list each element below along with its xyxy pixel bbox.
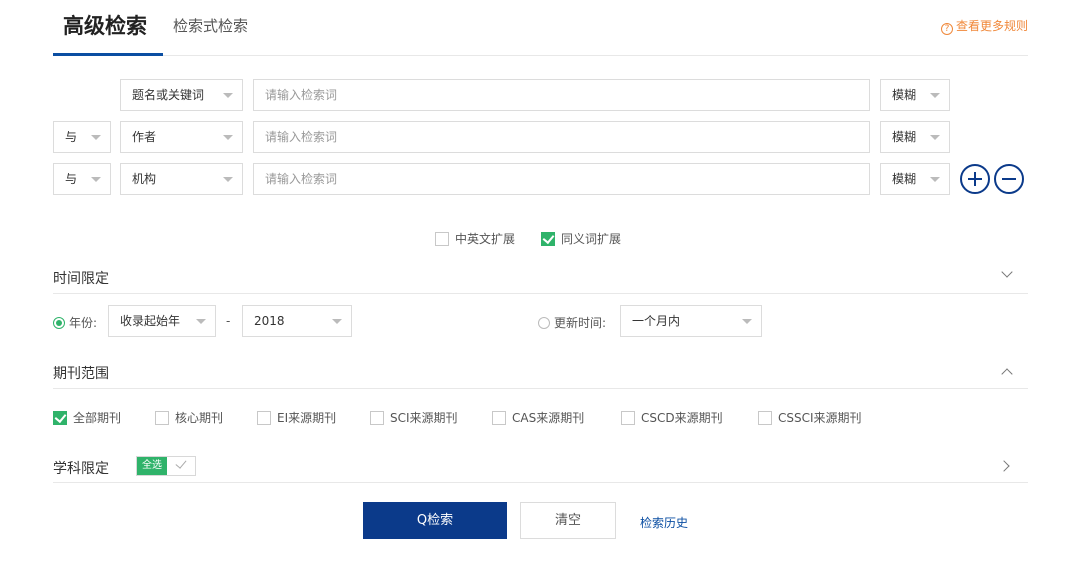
dropdown-caret-icon [930,177,940,182]
logic-select-2[interactable]: 与 [53,121,111,153]
year-to-value: 2018 [254,314,285,328]
checkbox-unchecked-icon [492,411,506,425]
journal-option-label: SCI来源期刊 [390,411,458,425]
search-history-link[interactable]: 检索历史 [640,514,688,531]
radio-selected-icon [53,317,65,329]
year-to-select[interactable]: 2018 [242,305,352,337]
radio-unselected-icon [538,317,550,329]
search-input-3[interactable] [253,163,870,195]
checkbox-checked-icon [53,411,67,425]
match-select-2-value: 模糊 [892,130,917,144]
search-input-1[interactable] [253,79,870,111]
select-all-toggle[interactable]: 全选 [136,456,196,476]
synonym-expansion-checkbox[interactable]: 同义词扩展 [541,230,621,247]
journal-cscd-checkbox[interactable]: CSCD来源期刊 [621,409,723,426]
match-select-3[interactable]: 模糊 [880,163,950,195]
year-label: 年份: [69,316,98,330]
add-row-button[interactable] [960,164,990,194]
chevron-right-icon[interactable] [998,460,1010,472]
journal-option-label: 全部期刊 [73,411,122,425]
checkbox-unchecked-icon [758,411,772,425]
field-select-1[interactable]: 题名或关键词 [120,79,243,111]
checkbox-unchecked-icon [435,232,449,246]
checkbox-unchecked-icon [621,411,635,425]
match-select-1-value: 模糊 [892,88,917,102]
search-tabs: 高级检索 检索式检索 ? 查看更多规则 [53,0,1028,56]
update-time-select[interactable]: 一个月内 [620,305,762,337]
journal-section-title: 期刊范围 [53,366,109,382]
dropdown-caret-icon [332,319,342,324]
journal-option-label: CSCD来源期刊 [641,411,723,425]
dropdown-caret-icon [930,93,940,98]
journal-cssci-checkbox[interactable]: CSSCI来源期刊 [758,409,862,426]
update-time-radio[interactable]: 更新时间: [538,314,606,331]
journal-ei-checkbox[interactable]: EI来源期刊 [257,409,336,426]
minus-icon [1002,178,1016,180]
dropdown-caret-icon [223,177,233,182]
chevron-down-icon[interactable] [1001,266,1013,278]
match-select-3-value: 模糊 [892,172,917,186]
checkbox-unchecked-icon [257,411,271,425]
checkbox-unchecked-icon [370,411,384,425]
synonym-expansion-label: 同义词扩展 [561,232,622,246]
tab-expression-search[interactable]: 检索式检索 [173,15,248,36]
journal-option-label: CSSCI来源期刊 [778,411,862,425]
logic-select-3-value: 与 [65,172,78,186]
clear-button[interactable]: 清空 [520,502,616,539]
plus-icon-v [974,172,976,186]
year-radio[interactable]: 年份: [53,314,97,331]
question-icon: ? [940,23,953,35]
year-range-dash: - [226,314,231,328]
select-all-button[interactable]: 全选 [137,457,167,475]
year-from-select[interactable]: 收录起始年 [108,305,216,337]
more-rules-label: 查看更多规则 [955,19,1028,33]
cn-en-expansion-label: 中英文扩展 [455,232,516,246]
divider [53,482,1028,483]
subject-section-title: 学科限定 [53,461,109,477]
divider [53,293,1028,294]
journal-cas-checkbox[interactable]: CAS来源期刊 [492,409,584,426]
field-select-3[interactable]: 机构 [120,163,243,195]
match-select-2[interactable]: 模糊 [880,121,950,153]
search-button[interactable]: Q检索 [363,502,507,539]
update-time-label: 更新时间: [554,316,607,330]
chevron-up-icon[interactable] [1001,368,1013,380]
dropdown-caret-icon [91,177,101,182]
logic-select-2-value: 与 [65,130,78,144]
journal-option-label: CAS来源期刊 [512,411,585,425]
remove-row-button[interactable] [994,164,1024,194]
checkbox-unchecked-icon [155,411,169,425]
field-select-2-value: 作者 [132,130,157,144]
active-tab-underline [53,53,163,56]
journal-sci-checkbox[interactable]: SCI来源期刊 [370,409,458,426]
logic-select-3[interactable]: 与 [53,163,111,195]
time-section-title: 时间限定 [53,271,109,287]
update-time-value: 一个月内 [632,314,681,328]
dropdown-caret-icon [223,93,233,98]
journal-option-label: 核心期刊 [175,411,224,425]
dropdown-caret-icon [930,135,940,140]
divider [53,388,1028,389]
dropdown-caret-icon [223,135,233,140]
dropdown-caret-icon [742,319,752,324]
journal-core-checkbox[interactable]: 核心期刊 [155,409,223,426]
match-select-1[interactable]: 模糊 [880,79,950,111]
check-icon [175,457,187,469]
tab-advanced-search[interactable]: 高级检索 [63,10,147,40]
field-select-2[interactable]: 作者 [120,121,243,153]
cn-en-expansion-checkbox[interactable]: 中英文扩展 [435,230,515,247]
field-select-3-value: 机构 [132,172,157,186]
journal-all-checkbox[interactable]: 全部期刊 [53,409,121,426]
dropdown-caret-icon [196,319,206,324]
year-from-value: 收录起始年 [120,314,181,328]
dropdown-caret-icon [91,135,101,140]
checkbox-checked-icon [541,232,555,246]
search-input-2[interactable] [253,121,870,153]
field-select-1-value: 题名或关键词 [132,88,205,102]
journal-option-label: EI来源期刊 [277,411,337,425]
more-rules-link[interactable]: ? 查看更多规则 [940,17,1028,35]
